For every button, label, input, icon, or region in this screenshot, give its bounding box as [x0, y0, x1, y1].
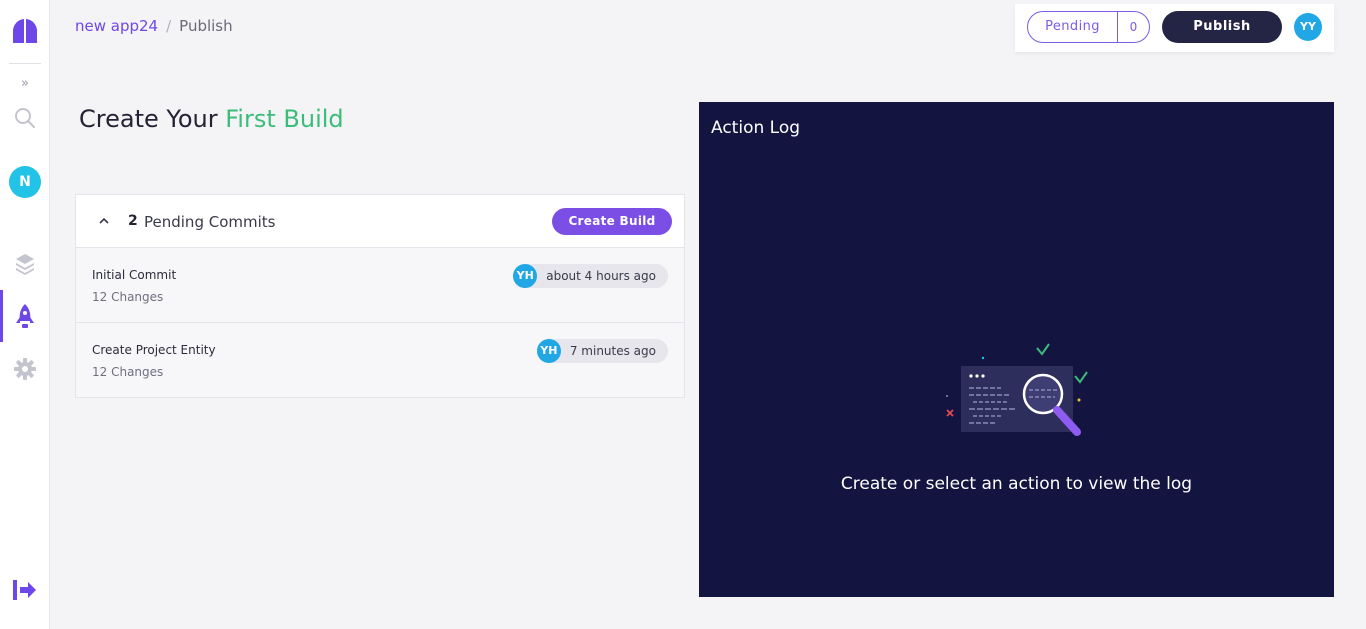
- commit-changes: 12 Changes: [92, 290, 164, 304]
- commit-author-avatar: YH: [536, 339, 561, 363]
- commit-row[interactable]: Create Project Entity 12 Changes YH 7 mi…: [76, 323, 684, 398]
- entities-layers-icon[interactable]: [14, 253, 36, 275]
- pending-label: Pending: [1045, 19, 1100, 34]
- pending-commits-panel: 2 Pending Commits Create Build Initial C…: [75, 194, 685, 398]
- empty-log-illustration-icon: [941, 340, 1091, 440]
- commit-title: Create Project Entity: [92, 343, 216, 357]
- search-icon[interactable]: [13, 106, 37, 130]
- breadcrumb-separator: /: [166, 17, 172, 35]
- settings-gear-icon[interactable]: [14, 358, 36, 380]
- pending-commits-header: 2 Pending Commits Create Build: [76, 195, 684, 248]
- breadcrumb: new app24 / Publish: [75, 17, 233, 35]
- action-log-empty-message: Create or select an action to view the l…: [840, 474, 1193, 494]
- active-nav-indicator: [0, 290, 3, 342]
- chevron-up-icon[interactable]: [98, 215, 110, 229]
- action-log-panel: Action Log Create or select an action to…: [699, 102, 1334, 597]
- amplication-logo-icon[interactable]: [12, 18, 38, 44]
- page-title-prefix: Create Your: [79, 105, 218, 133]
- page-title: Create Your First Build: [79, 105, 344, 133]
- pending-commits-count: 2: [128, 213, 138, 229]
- pending-commits-label: Pending Commits: [144, 213, 276, 231]
- workspace-avatar[interactable]: N: [9, 166, 41, 198]
- user-avatar[interactable]: YY: [1294, 13, 1322, 41]
- commit-row[interactable]: Initial Commit 12 Changes YH about 4 hou…: [76, 248, 684, 323]
- top-actions-bar: Pending 0 Publish YY: [1015, 4, 1334, 52]
- commit-changes: 12 Changes: [92, 365, 164, 379]
- pending-changes-button[interactable]: Pending 0: [1027, 11, 1150, 43]
- breadcrumb-current-page: Publish: [179, 17, 233, 35]
- breadcrumb-app-link[interactable]: new app24: [75, 17, 158, 35]
- commit-meta-badge: YH about 4 hours ago: [513, 264, 668, 288]
- commit-time: about 4 hours ago: [546, 269, 656, 283]
- action-log-title: Action Log: [711, 118, 801, 138]
- expand-sidebar-icon[interactable]: »: [0, 76, 50, 91]
- commit-title: Initial Commit: [92, 268, 177, 282]
- publish-rocket-icon[interactable]: [14, 303, 36, 331]
- commit-author-avatar: YH: [513, 264, 538, 288]
- create-build-button[interactable]: Create Build: [552, 208, 672, 235]
- commit-time: 7 minutes ago: [569, 344, 656, 358]
- publish-button[interactable]: Publish: [1162, 11, 1282, 43]
- logout-icon[interactable]: [13, 579, 37, 601]
- sidebar: » N: [0, 0, 50, 629]
- pending-count: 0: [1117, 12, 1149, 42]
- commit-meta-badge: YH 7 minutes ago: [536, 339, 668, 363]
- page-title-accent: First Build: [225, 105, 344, 133]
- sidebar-divider: [9, 63, 41, 64]
